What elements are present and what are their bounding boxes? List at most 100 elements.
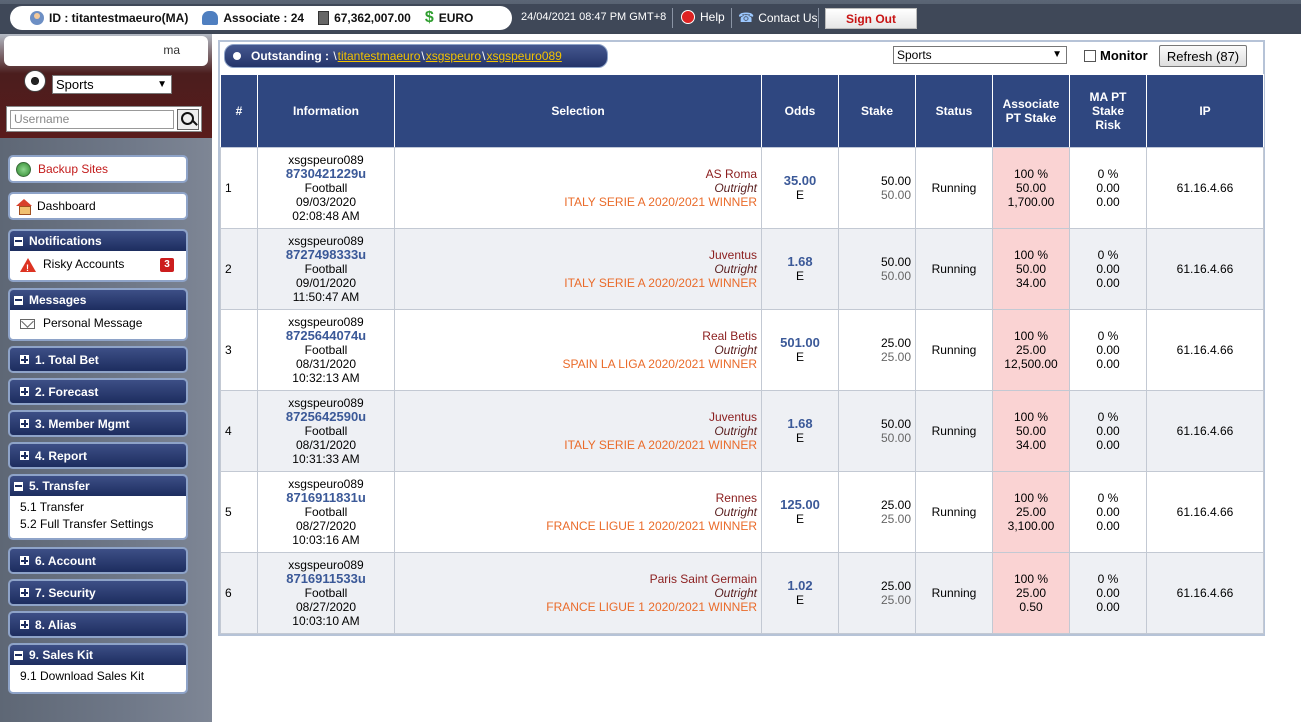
bet-id[interactable]: 8725644074u: [262, 329, 390, 343]
full-transfer-settings-item[interactable]: 5.2 Full Transfer Settings: [10, 516, 186, 533]
selection-team: AS Roma: [705, 167, 757, 181]
crumb-link[interactable]: xsgspeuro089: [486, 49, 561, 63]
bet-ip: 61.16.4.66: [1146, 228, 1264, 310]
menu-security[interactable]: 7. Security: [8, 579, 188, 606]
username-search: Username: [6, 106, 202, 132]
ma-stake: 0.00: [1096, 181, 1120, 195]
assoc-risk: 34.00: [1015, 438, 1047, 452]
bet-user: xsgspeuro089: [288, 234, 364, 248]
menu-total-bet[interactable]: 1. Total Bet: [8, 346, 188, 373]
sign-out-button[interactable]: Sign Out: [825, 8, 917, 29]
risky-accounts-item[interactable]: Risky Accounts 3: [10, 256, 186, 277]
bet-user: xsgspeuro089: [288, 396, 364, 410]
selection-team: Juventus: [708, 410, 757, 424]
row-number: 3: [220, 309, 258, 391]
selection-league: ITALY SERIE A 2020/2021 WINNER: [564, 276, 757, 290]
envelope-icon: [20, 318, 35, 329]
expand-icon: [20, 620, 29, 629]
monitor-checkbox[interactable]: [1084, 49, 1096, 62]
ma-stake: 0.00: [1096, 424, 1120, 438]
search-button[interactable]: [177, 109, 199, 130]
messages-header[interactable]: Messages: [10, 290, 186, 310]
assoc-pt-percent: 100 %: [1013, 329, 1049, 343]
bet-selection: Real Betis Outright SPAIN LA LIGA 2020/2…: [394, 309, 762, 391]
bet-odds: 125.00 E: [761, 471, 839, 553]
bet-stake: 50.00 50.00: [838, 147, 916, 229]
bet-information: xsgspeuro089 8716911831u Football 08/27/…: [257, 471, 395, 553]
phone-icon: ☎: [738, 10, 755, 25]
contact-us-link[interactable]: ☎ Contact Us: [738, 10, 818, 26]
bet-stake: 50.00 50.00: [838, 390, 916, 472]
risky-count-badge: 3: [160, 257, 174, 272]
assoc-risk: 1,700.00: [1007, 195, 1055, 209]
personal-message-item[interactable]: Personal Message: [10, 315, 186, 332]
menu-forecast[interactable]: 2. Forecast: [8, 378, 188, 405]
dashboard-button[interactable]: Dashboard: [8, 192, 188, 220]
bet-date: 08/31/2020: [295, 438, 357, 452]
odds-type: E: [795, 593, 804, 607]
transfer-header[interactable]: 5. Transfer: [10, 476, 186, 496]
ma-pt-percent: 0 %: [1097, 572, 1119, 586]
expand-icon: [20, 588, 29, 597]
bet-id[interactable]: 8727498333u: [262, 248, 390, 262]
associate-count-text: Associate : 24: [223, 11, 305, 25]
menu-alias[interactable]: 8. Alias: [8, 611, 188, 638]
help-link[interactable]: Help: [681, 10, 725, 24]
table-row: 1 xsgspeuro089 8730421229u Football 09/0…: [220, 147, 1264, 229]
ma-pt-stake-risk: 0 % 0.00 0.00: [1069, 471, 1147, 553]
bet-time: 10:31:33 AM: [292, 452, 360, 466]
odds-type: E: [795, 350, 804, 364]
transfer-item[interactable]: 5.1 Transfer: [10, 499, 186, 516]
bet-id[interactable]: 8730421229u: [262, 167, 390, 181]
crumb-link[interactable]: titantestmaeuro: [338, 49, 421, 63]
download-sales-kit-item[interactable]: 9.1 Download Sales Kit: [10, 668, 186, 685]
divider: [818, 8, 819, 28]
sales-kit-panel: 9. Sales Kit 9.1 Download Sales Kit: [8, 643, 188, 694]
bet-odds: 1.02 E: [761, 552, 839, 634]
stake-secondary: 25.00: [880, 593, 911, 607]
bet-stake: 25.00 25.00: [838, 471, 916, 553]
bet-selection: AS Roma Outright ITALY SERIE A 2020/2021…: [394, 147, 762, 229]
assoc-pt-percent: 100 %: [1013, 248, 1049, 262]
menu-member-mgmt[interactable]: 3. Member Mgmt: [8, 410, 188, 437]
sidebar-sport-select[interactable]: Sports ▼: [52, 75, 172, 94]
monitor-toggle[interactable]: Monitor: [1084, 48, 1148, 63]
warning-icon: [20, 257, 36, 277]
bet-date: 09/03/2020: [295, 195, 357, 209]
bet-sport: Football: [304, 262, 348, 276]
odds-value: 501.00: [780, 335, 820, 350]
backup-sites-button[interactable]: Backup Sites: [8, 155, 188, 183]
bet-id[interactable]: 8716911533u: [262, 572, 390, 586]
sales-kit-header[interactable]: 9. Sales Kit: [10, 645, 186, 665]
selection-market: Outright: [714, 343, 757, 357]
menu-report[interactable]: 4. Report: [8, 442, 188, 469]
selection-league: ITALY SERIE A 2020/2021 WINNER: [564, 438, 757, 452]
stake-value: 50.00: [880, 255, 911, 269]
sport-filter-select[interactable]: Sports ▼: [893, 46, 1067, 64]
associate-pt-stake: 100 % 50.00 34.00: [992, 228, 1070, 310]
ma-pt-percent: 0 %: [1097, 167, 1119, 181]
bet-information: xsgspeuro089 8727498333u Football 09/01/…: [257, 228, 395, 310]
bet-ip: 61.16.4.66: [1146, 471, 1264, 553]
column-header: Odds: [761, 74, 839, 148]
chevron-down-icon: ▼: [1052, 49, 1062, 60]
notifications-panel: Notifications Risky Accounts 3: [8, 229, 188, 282]
bet-id[interactable]: 8725642590u: [262, 410, 390, 424]
sales-kit-title: 9. Sales Kit: [29, 648, 94, 662]
refresh-button[interactable]: Refresh (87): [1159, 45, 1247, 67]
notifications-header[interactable]: Notifications: [10, 231, 186, 251]
crumb-separator: \: [482, 49, 486, 63]
username-input[interactable]: Username: [10, 110, 174, 129]
assoc-stake: 50.00: [1015, 424, 1047, 438]
bet-id[interactable]: 8716911831u: [262, 491, 390, 505]
crumb-link[interactable]: xsgspeuro: [426, 49, 481, 63]
menu-account[interactable]: 6. Account: [8, 547, 188, 574]
assoc-pt-percent: 100 %: [1013, 491, 1049, 505]
table-row: 2 xsgspeuro089 8727498333u Football 09/0…: [220, 228, 1264, 310]
notifications-title: Notifications: [29, 234, 102, 248]
row-number: 6: [220, 552, 258, 634]
bet-sport: Football: [304, 505, 348, 519]
bet-date: 08/31/2020: [295, 357, 357, 371]
bet-odds: 1.68 E: [761, 390, 839, 472]
sidebar: ma Sports ▼ Username Backup Sites Dashbo…: [0, 34, 212, 722]
